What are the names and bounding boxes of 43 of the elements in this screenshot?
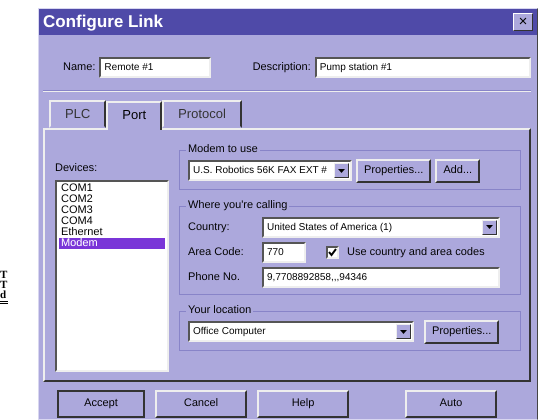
- name-field[interactable]: Remote #1: [99, 57, 211, 78]
- description-field[interactable]: Pump station #1: [314, 57, 531, 78]
- tab[interactable]: Port: [106, 101, 162, 130]
- list-item[interactable]: COM1: [59, 183, 165, 194]
- group-title: Modem to use: [186, 142, 260, 156]
- area-code-field[interactable]: 770: [262, 242, 306, 262]
- group-title: Your location: [186, 304, 254, 316]
- field-label: Description:: [252, 60, 311, 76]
- modem-dropdown[interactable]: U.S. Robotics 56K FAX EXT #: [188, 160, 352, 181]
- properties-button[interactable]: Properties...: [356, 158, 432, 182]
- list-item[interactable]: COM4: [59, 216, 165, 227]
- phone-field[interactable]: 9,7708892858,,,94346: [262, 266, 500, 288]
- list-item[interactable]: Modem: [59, 238, 165, 249]
- text-fragment: T: [0, 270, 8, 280]
- field-value: U.S. Robotics 56K FAX EXT #: [193, 164, 327, 178]
- text-fragment: T: [0, 280, 8, 290]
- dialog-button[interactable]: Accept: [57, 390, 145, 418]
- group-title: Where you're calling: [186, 198, 290, 212]
- checkbox[interactable]: [326, 246, 339, 258]
- device-list[interactable]: COM1 COM2 COM3 COM4 Ethernet Modem: [55, 180, 169, 372]
- dialog-button[interactable]: Cancel: [155, 390, 247, 418]
- list-item[interactable]: COM3: [59, 205, 165, 216]
- add-button[interactable]: Add...: [435, 158, 480, 182]
- field-label: Name:: [63, 60, 96, 76]
- field-label: Country:: [188, 220, 231, 235]
- list-item[interactable]: COM2: [59, 194, 165, 205]
- location-dropdown[interactable]: Office Computer: [188, 321, 414, 342]
- checkbox-label: Use country and area codes: [347, 244, 485, 260]
- tab[interactable]: PLC: [49, 100, 106, 128]
- field-label: Area Code:: [188, 244, 245, 260]
- text-fragment: d: [0, 290, 6, 300]
- dialog-button[interactable]: Auto: [405, 390, 497, 418]
- dialog-button[interactable]: Help: [257, 390, 349, 418]
- field-value: United States of America (1): [267, 220, 392, 234]
- close-button[interactable]: ×: [513, 13, 533, 31]
- list-item[interactable]: Ethernet: [59, 227, 165, 238]
- tab[interactable]: Protocol: [162, 100, 242, 128]
- field-label: Phone No.: [188, 270, 241, 285]
- country-dropdown[interactable]: United States of America (1): [262, 216, 500, 238]
- properties-button[interactable]: Properties...: [424, 320, 500, 344]
- window-title: Configure Link: [43, 11, 163, 34]
- field-value: Office Computer: [193, 325, 266, 339]
- devices-label: Devices:: [55, 160, 98, 176]
